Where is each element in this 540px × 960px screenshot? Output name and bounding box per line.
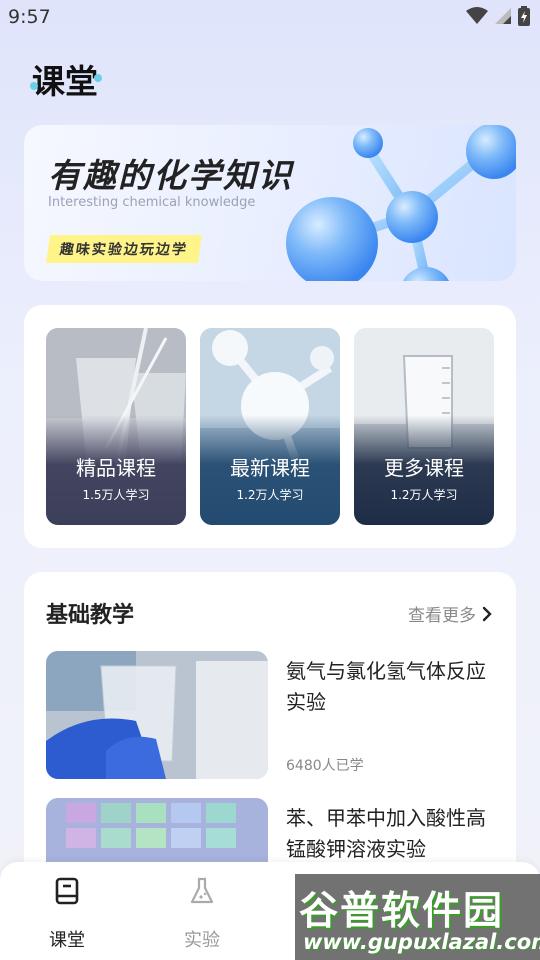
flask-icon xyxy=(190,877,214,904)
course-name: 更多课程 xyxy=(384,456,464,480)
lesson-title: 苯、甲苯中加入酸性高锰酸钾溶液实验 xyxy=(286,806,486,861)
see-more-label: 查看更多 xyxy=(408,606,476,626)
course-name: 精品课程 xyxy=(76,456,156,480)
course-learners: 1.5万人学习 xyxy=(82,488,150,502)
battery-icon xyxy=(518,6,530,30)
course-learners: 1.2万人学习 xyxy=(390,488,458,502)
course-learners: 1.2万人学习 xyxy=(236,488,304,502)
course-name: 最新课程 xyxy=(230,456,310,480)
chevron-right-icon xyxy=(482,606,492,621)
lesson-learners: 6480人已学 xyxy=(286,758,364,774)
section-title: 基础教学 xyxy=(46,603,135,628)
watermark-text: 谷普软件园 xyxy=(299,889,505,934)
title-dot-left xyxy=(30,82,38,90)
banner-tag: 趣味实验边玩边学 xyxy=(46,235,202,263)
molecule-illustration xyxy=(286,125,516,281)
tab-label: 课堂 xyxy=(49,930,85,951)
course-card-more[interactable]: 更多课程 1.2万人学习 xyxy=(354,328,494,525)
tab-label: 实验 xyxy=(184,930,220,951)
lesson-item[interactable]: 氨气与氯化氢气体反应实验 6480人已学 xyxy=(46,651,496,779)
banner-title: 有趣的化学知识 xyxy=(48,156,293,195)
status-icons xyxy=(466,6,530,30)
course-panel: 精品课程 1.5万人学习 最新课程 1.2万人学习 更多课程 1.2万人学习 xyxy=(24,305,516,548)
page-title: 课堂 xyxy=(32,62,98,101)
signal-icon xyxy=(494,7,512,29)
banner-subtitle: Interesting chemical knowledge xyxy=(48,195,256,210)
book-icon xyxy=(55,877,79,905)
tab-classroom[interactable]: 课堂 xyxy=(22,876,112,952)
course-card-latest[interactable]: 最新课程 1.2万人学习 xyxy=(200,328,340,525)
banner[interactable]: 有趣的化学知识 Interesting chemical knowledge 趣… xyxy=(24,125,516,281)
status-time: 9:57 xyxy=(8,6,51,28)
wifi-icon xyxy=(466,7,488,29)
watermark-logo: 谷普软件园 www.gupuxlazal.com xyxy=(295,874,540,960)
lesson-thumbnail xyxy=(46,651,268,779)
watermark-url: www.gupuxlazal.com xyxy=(303,930,540,954)
status-bar: 9:57 xyxy=(0,0,540,36)
tab-experiment[interactable]: 实验 xyxy=(157,876,247,952)
lesson-title: 氨气与氯化氢气体反应实验 xyxy=(286,659,486,714)
title-dot-right xyxy=(94,74,102,82)
course-card-premium[interactable]: 精品课程 1.5万人学习 xyxy=(46,328,186,525)
see-more-link[interactable]: 查看更多 xyxy=(408,601,492,626)
